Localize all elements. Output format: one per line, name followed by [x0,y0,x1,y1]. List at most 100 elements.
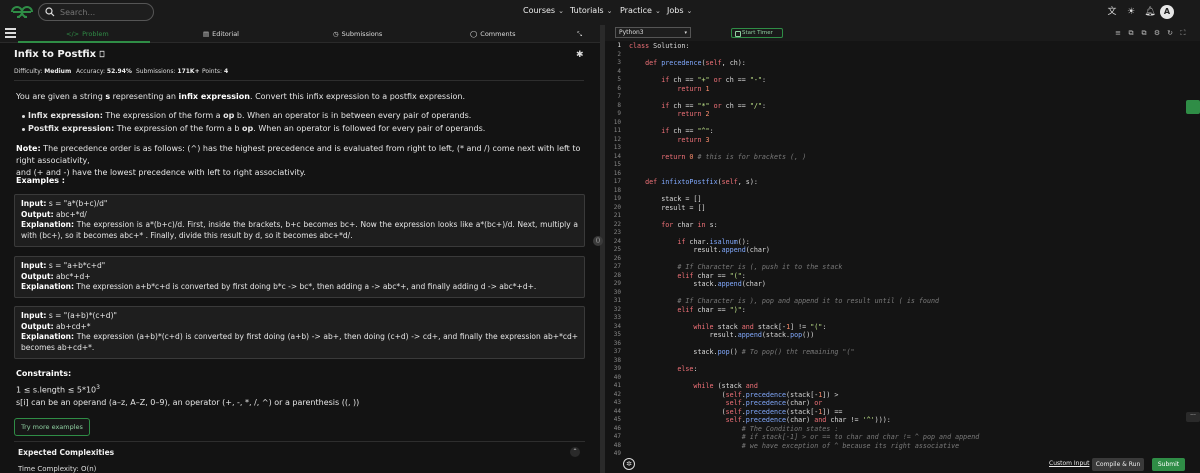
nav-courses-label: Courses [523,6,556,15]
compile-run-button[interactable]: Compile & Run [1092,458,1144,471]
list-icon[interactable]: ≡ [1114,29,1122,37]
chevron-down-icon: ⌄ [686,6,693,15]
submissions-value: 171K+ [177,68,200,75]
difficulty: Difficulty: Medium [14,68,71,75]
start-timer-button[interactable]: Start Timer [731,28,783,38]
example-2: Input: s = "a+b*c+d" Output: abc*+d+ Exp… [14,256,585,298]
language-select[interactable]: Python3 ▾ [615,27,691,38]
line-number: 47 [613,433,621,440]
line-number: 15 [613,161,621,168]
line-number: 19 [613,195,621,202]
try-more-examples-button[interactable]: Try more examples [14,418,90,436]
menu-icon[interactable] [5,28,16,39]
reset-icon[interactable]: ↻ [1166,29,1174,37]
line-number: 1 [617,42,621,49]
nav-tutorials[interactable]: Tutorials ⌄ [570,6,612,15]
search-box[interactable] [38,3,154,21]
resize-handle-icon[interactable]: ⟨⟩ [593,236,603,246]
expected-complexities-section[interactable]: Expected Complexities [14,441,585,461]
line-number: 4 [617,67,621,75]
chat-icon[interactable] [1186,100,1200,114]
time-complexity: Time Complexity: O(n) [18,465,97,473]
chevron-down-icon: ⌄ [558,6,564,15]
document-icon: ▤ [203,30,210,38]
settings-icon[interactable]: ✲ [623,458,635,470]
line-number: 33 [613,314,621,321]
code-line: (self.precedence(stack[-1]) > [629,390,839,399]
code-line: self.precedence(char) or [725,399,823,407]
custom-input-button[interactable]: Custom Input [1049,460,1089,467]
constraints-heading: Constraints: [16,369,72,378]
line-number: 25 [613,246,621,253]
code-line: while (stack and [693,382,758,390]
more-icon[interactable]: ··· [1186,412,1200,422]
code-line: # if stack[-1] > or == to char and char … [741,433,980,441]
code-line: if ch == "^": [661,127,714,135]
tab-editorial[interactable]: ▤ Editorial [203,30,239,38]
code-line: self.precedence(char) and char != '^')))… [725,416,891,424]
code-line: class Solution: [629,42,690,50]
nav-jobs[interactable]: Jobs ⌄ [667,6,692,15]
editor-toolbar: Python3 ▾ Start Timer ≡ ⧉ ⧉ ⚙ ↻ ⛶ [605,25,1200,41]
top-navbar: Courses⌄ Tutorials⌄ Practice⌄ Jobs⌄ 文 ☀ … [0,0,1200,25]
constraint-1: 1 ≤ s.length ≤ 5*103 [16,384,100,395]
editor-bottom-bar: ✲ Custom Input Compile & Run Submit [605,455,1200,473]
code-line: if ch == "*" or ch == "/": [661,101,766,110]
gfg-logo[interactable] [10,5,34,19]
translate-icon[interactable]: 文 [1106,6,1118,18]
problem-title: Infix to Postfix [14,49,97,60]
line-number: 37 [613,348,621,355]
tab-comments[interactable]: ◯ Comments [470,30,516,38]
tab-editorial-label: Editorial [212,30,239,38]
submit-button[interactable]: Submit [1152,458,1185,471]
line-number: 23 [613,229,621,236]
code-line: result.append(char) [629,246,770,254]
chevron-down-icon: ▾ [684,30,687,36]
line-number: 21 [613,212,621,219]
line-number: 27 [613,263,621,270]
chevron-up-icon[interactable]: ⌃ [570,447,580,457]
report-bug-icon[interactable]: ✱ [576,50,584,60]
line-number: 17 [613,178,621,185]
nav-practice[interactable]: Practice ⌄ [620,6,661,15]
collapse-icon[interactable]: ⤡ [577,30,582,39]
line-number: 35 [613,331,621,338]
chevron-down-icon: ⌄ [654,6,661,15]
start-timer-label: Start Timer [742,30,773,36]
tab-problem[interactable]: </> Problem [66,30,109,38]
example-1: Input: s = "a*(b+c)/d" Output: abc+*d/ E… [14,194,585,247]
copy-icon[interactable]: ⧉ [1140,29,1148,37]
bell-icon[interactable]: 🔔︎ [1144,6,1156,18]
nav-jobs-label: Jobs [667,6,684,15]
tab-submissions[interactable]: ◷ Submissions [333,30,382,38]
line-number: 39 [613,365,621,372]
line-number: 29 [613,280,621,287]
search-input[interactable] [60,7,145,17]
tab-problem-label: Problem [82,30,109,38]
problem-tabbar: </> Problem ▤ Editorial ◷ Submissions ◯ Comm… [0,25,600,43]
bookmark-icon[interactable]: ⎕ [100,50,105,59]
line-number: 38 [613,356,621,364]
line-number: 42 [613,390,621,398]
copy-icon[interactable]: ⧉ [1127,29,1135,37]
line-number: 48 [613,441,621,449]
settings-icon[interactable]: ⚙ [1153,29,1161,37]
line-number: 34 [613,322,621,330]
search-icon [45,7,55,17]
nav-tutorials-label: Tutorials [570,6,604,15]
difficulty-label: Difficulty: [14,68,43,75]
code-line: # If Character is (, push it to the stac… [677,263,843,271]
fullscreen-icon[interactable]: ⛶ [1179,29,1187,37]
code-line: else: [677,365,698,373]
nav-courses[interactable]: Courses ⌄ [523,6,564,15]
code-line: elif char == "(": [677,271,746,280]
bullet-postfix: Postfix expression: The expression of th… [21,124,486,133]
theme-toggle-icon[interactable]: ☀ [1125,6,1137,18]
line-number: 5 [617,76,621,83]
line-number: 44 [613,407,621,415]
line-number: 28 [613,271,621,279]
chevron-down-icon: ⌄ [606,6,613,15]
comment-icon: ◯ [470,30,478,38]
code-line: elif char == ")": [677,305,746,314]
avatar[interactable]: A [1160,5,1174,19]
